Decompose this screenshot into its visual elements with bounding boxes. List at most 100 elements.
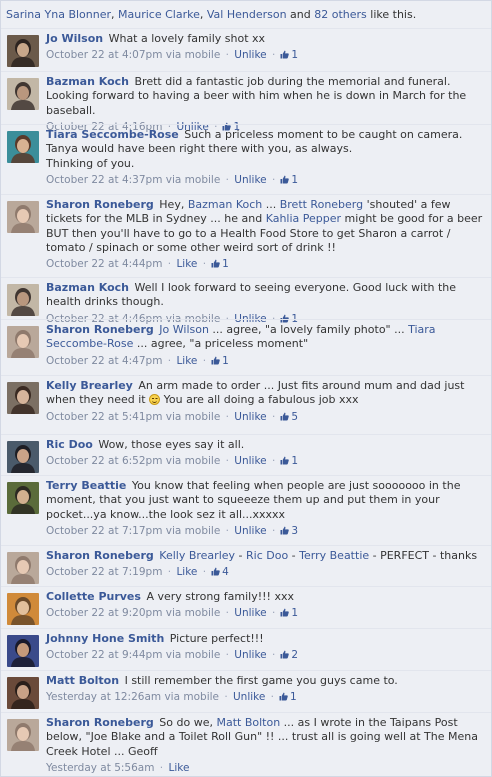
comment-text-segment: A very strong family!!! xxx: [146, 590, 294, 603]
liker-link[interactable]: Sarina Yna Blonner: [6, 8, 111, 21]
like-link[interactable]: Like: [176, 566, 197, 578]
comment-body: Matt Bolton I still remember the first g…: [46, 674, 485, 705]
like-count[interactable]: 2: [291, 649, 298, 661]
mention-link[interactable]: Bazman Koch: [188, 198, 262, 211]
mention-link[interactable]: Ric Doo: [246, 549, 288, 562]
comment-timestamp[interactable]: October 22 at 7:17pm: [46, 525, 162, 537]
like-link[interactable]: Like: [176, 258, 197, 270]
others-link[interactable]: 82 others: [314, 8, 367, 21]
comment-author-link[interactable]: Jo Wilson: [46, 32, 103, 45]
avatar[interactable]: [7, 593, 39, 625]
comment-timestamp[interactable]: Yesterday at 5:56am: [46, 762, 154, 774]
comment-text-segment: ... agree, "a lovely family photo" ...: [208, 323, 409, 336]
comment-author-link[interactable]: Collette Purves: [46, 590, 141, 603]
avatar[interactable]: [7, 382, 39, 414]
comment-item: Sharon Roneberg So do we, Matt Bolton ..…: [1, 712, 491, 774]
like-count[interactable]: 1: [291, 455, 298, 467]
avatar[interactable]: [7, 441, 39, 473]
avatar[interactable]: [7, 131, 39, 163]
comment-author-link[interactable]: Sharon Roneberg: [46, 549, 154, 562]
separator-dot: ·: [222, 455, 233, 468]
unlike-link[interactable]: Unlike: [234, 525, 266, 537]
comment-item: Collette Purves A very strong family!!! …: [1, 586, 491, 628]
comment-text-segment: ...: [262, 198, 280, 211]
comment-body: Jo Wilson What a lovely family shot xx Oc…: [46, 32, 485, 63]
comment-author-link[interactable]: Sharon Roneberg: [46, 198, 154, 211]
mention-link[interactable]: Kahlia Pepper: [266, 212, 341, 225]
comment-author-link[interactable]: Sharon Roneberg: [46, 323, 154, 336]
comment-author-link[interactable]: Bazman Koch: [46, 281, 129, 294]
avatar[interactable]: [7, 482, 39, 514]
comment-timestamp[interactable]: October 22 at 6:52pm: [46, 455, 162, 467]
like-count[interactable]: 1: [291, 607, 298, 619]
likes-suffix: like this.: [366, 8, 417, 21]
comment-timestamp[interactable]: October 22 at 9:44pm: [46, 649, 162, 661]
unlike-link[interactable]: Unlike: [234, 174, 266, 186]
avatar[interactable]: [7, 78, 39, 110]
separator-dot: ·: [164, 566, 175, 579]
via-mobile: via mobile: [165, 173, 221, 186]
comment-text-segment: I still remember the first game you guys…: [124, 674, 398, 687]
comment-body: Ric Doo Wow, those eyes say it all. Octob…: [46, 438, 485, 469]
comment-timestamp[interactable]: October 22 at 4:47pm: [46, 355, 162, 367]
unlike-link[interactable]: Unlike: [234, 607, 266, 619]
like-count[interactable]: 4: [222, 566, 229, 578]
comment-timestamp[interactable]: October 22 at 5:41pm: [46, 411, 162, 423]
comment-text-segment: What a lovely family shot xx: [108, 32, 266, 45]
like-link[interactable]: Like: [176, 355, 197, 367]
avatar[interactable]: [7, 677, 39, 709]
unlike-link[interactable]: Unlike: [234, 411, 266, 423]
comment-timestamp[interactable]: October 22 at 7:19pm: [46, 566, 162, 578]
likes-summary: Sarina Yna Blonner, Maurice Clarke, Val …: [1, 1, 491, 29]
like-count[interactable]: 1: [291, 49, 298, 61]
unlike-link[interactable]: Unlike: [234, 49, 266, 61]
avatar[interactable]: [7, 635, 39, 667]
mention-link[interactable]: Brett Roneberg: [280, 198, 363, 211]
comment-text: Bazman Koch Brett did a fantastic job du…: [46, 75, 485, 118]
comment-author-link[interactable]: Kelly Brearley: [46, 379, 133, 392]
avatar[interactable]: [7, 552, 39, 584]
like-count[interactable]: 1: [222, 258, 229, 270]
liker-link[interactable]: Maurice Clarke: [118, 8, 200, 21]
comment-author-link[interactable]: Johnny Hone Smith: [46, 632, 164, 645]
mention-link[interactable]: Kelly Brearley: [159, 549, 235, 562]
comment-timestamp[interactable]: October 22 at 4:37pm: [46, 174, 162, 186]
comment-author-link[interactable]: Sharon Roneberg: [46, 716, 154, 729]
comment-timestamp[interactable]: October 22 at 4:44pm: [46, 258, 162, 270]
separator-dot: ·: [164, 354, 175, 367]
comment-author-link[interactable]: Bazman Koch: [46, 75, 129, 88]
liker-link[interactable]: Val Henderson: [207, 8, 287, 21]
comment-text-segment: -: [235, 549, 246, 562]
comment-author-link[interactable]: Matt Bolton: [46, 674, 119, 687]
avatar[interactable]: [7, 201, 39, 233]
avatar[interactable]: [7, 326, 39, 358]
avatar[interactable]: [7, 284, 39, 316]
avatar[interactable]: [7, 35, 39, 67]
comment-timestamp[interactable]: October 22 at 9:20pm: [46, 607, 162, 619]
comment-timestamp[interactable]: Yesterday at 12:26am: [46, 691, 161, 703]
comment-text: Jo Wilson What a lovely family shot xx: [46, 32, 485, 46]
like-count[interactable]: 1: [222, 355, 229, 367]
comment-author-link[interactable]: Tiara Seccombe-Rose: [46, 128, 179, 141]
unlike-link[interactable]: Unlike: [234, 649, 266, 661]
comment-author-link[interactable]: Ric Doo: [46, 438, 93, 451]
separator-dot: ·: [222, 410, 233, 423]
mention-link[interactable]: Matt Bolton: [216, 716, 280, 729]
comment-text-segment: Picture perfect!!!: [169, 632, 264, 645]
like-count[interactable]: 1: [290, 691, 297, 703]
like-count[interactable]: 5: [291, 411, 298, 423]
comment-text: Ric Doo Wow, those eyes say it all.: [46, 438, 485, 452]
unlike-link[interactable]: Unlike: [234, 455, 266, 467]
comment-item: Jo Wilson What a lovely family shot xx Oc…: [1, 29, 491, 71]
avatar[interactable]: [7, 719, 39, 751]
comment-meta: October 22 at 7:19pm · Like · 4: [46, 565, 485, 579]
comment-text-segment: Hey,: [159, 198, 188, 211]
like-count[interactable]: 1: [291, 174, 298, 186]
mention-link[interactable]: Jo Wilson: [159, 323, 209, 336]
unlike-link[interactable]: Unlike: [233, 691, 265, 703]
comment-author-link[interactable]: Terry Beattie: [46, 479, 126, 492]
like-count[interactable]: 3: [291, 525, 298, 537]
mention-link[interactable]: Terry Beattie: [299, 549, 369, 562]
like-link[interactable]: Like: [168, 762, 189, 774]
comment-timestamp[interactable]: October 22 at 4:07pm: [46, 49, 162, 61]
